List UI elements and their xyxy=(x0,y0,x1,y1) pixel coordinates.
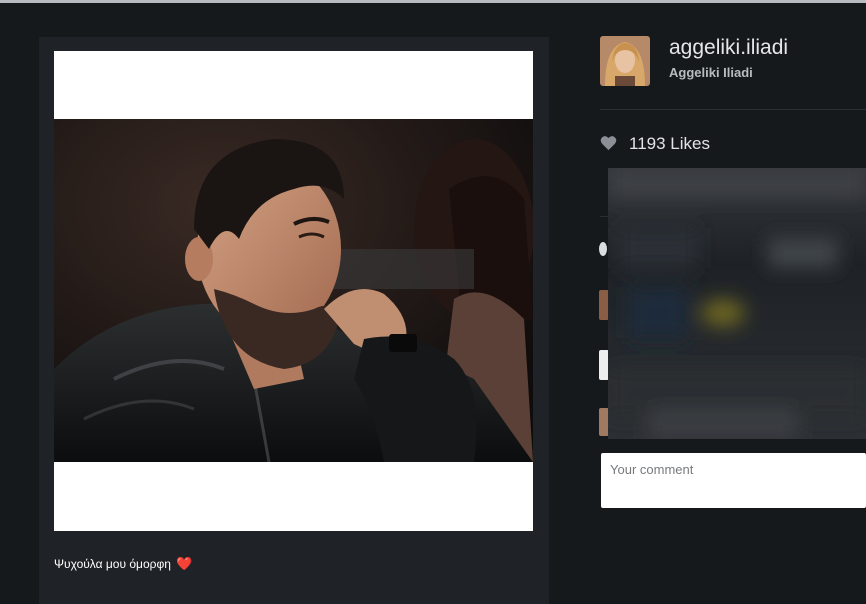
comment-icon xyxy=(599,242,607,256)
profile-full-name[interactable]: Aggeliki Iliadi xyxy=(669,65,753,80)
avatar-image xyxy=(600,36,650,86)
profile-username[interactable]: aggeliki.iliadi xyxy=(669,36,788,60)
comment-input[interactable] xyxy=(601,453,866,508)
post-caption: Ψυχούλα μου όμορφη ❤️ xyxy=(54,556,192,572)
likes-count: 1193 Likes xyxy=(629,134,710,153)
caption-text: Ψυχούλα μου όμορφη xyxy=(54,557,171,571)
avatar[interactable] xyxy=(600,36,650,86)
post-photo-frame[interactable] xyxy=(54,51,533,531)
heart-icon[interactable] xyxy=(600,135,617,151)
blurred-overlay xyxy=(608,168,866,439)
top-border xyxy=(0,0,866,3)
comment-box[interactable] xyxy=(601,453,866,508)
red-heart-emoji: ❤️ xyxy=(176,556,193,571)
post-card: Ψυχούλα μου όμορφη ❤️ xyxy=(39,37,549,604)
divider xyxy=(600,109,866,110)
post-photo[interactable] xyxy=(54,119,533,462)
